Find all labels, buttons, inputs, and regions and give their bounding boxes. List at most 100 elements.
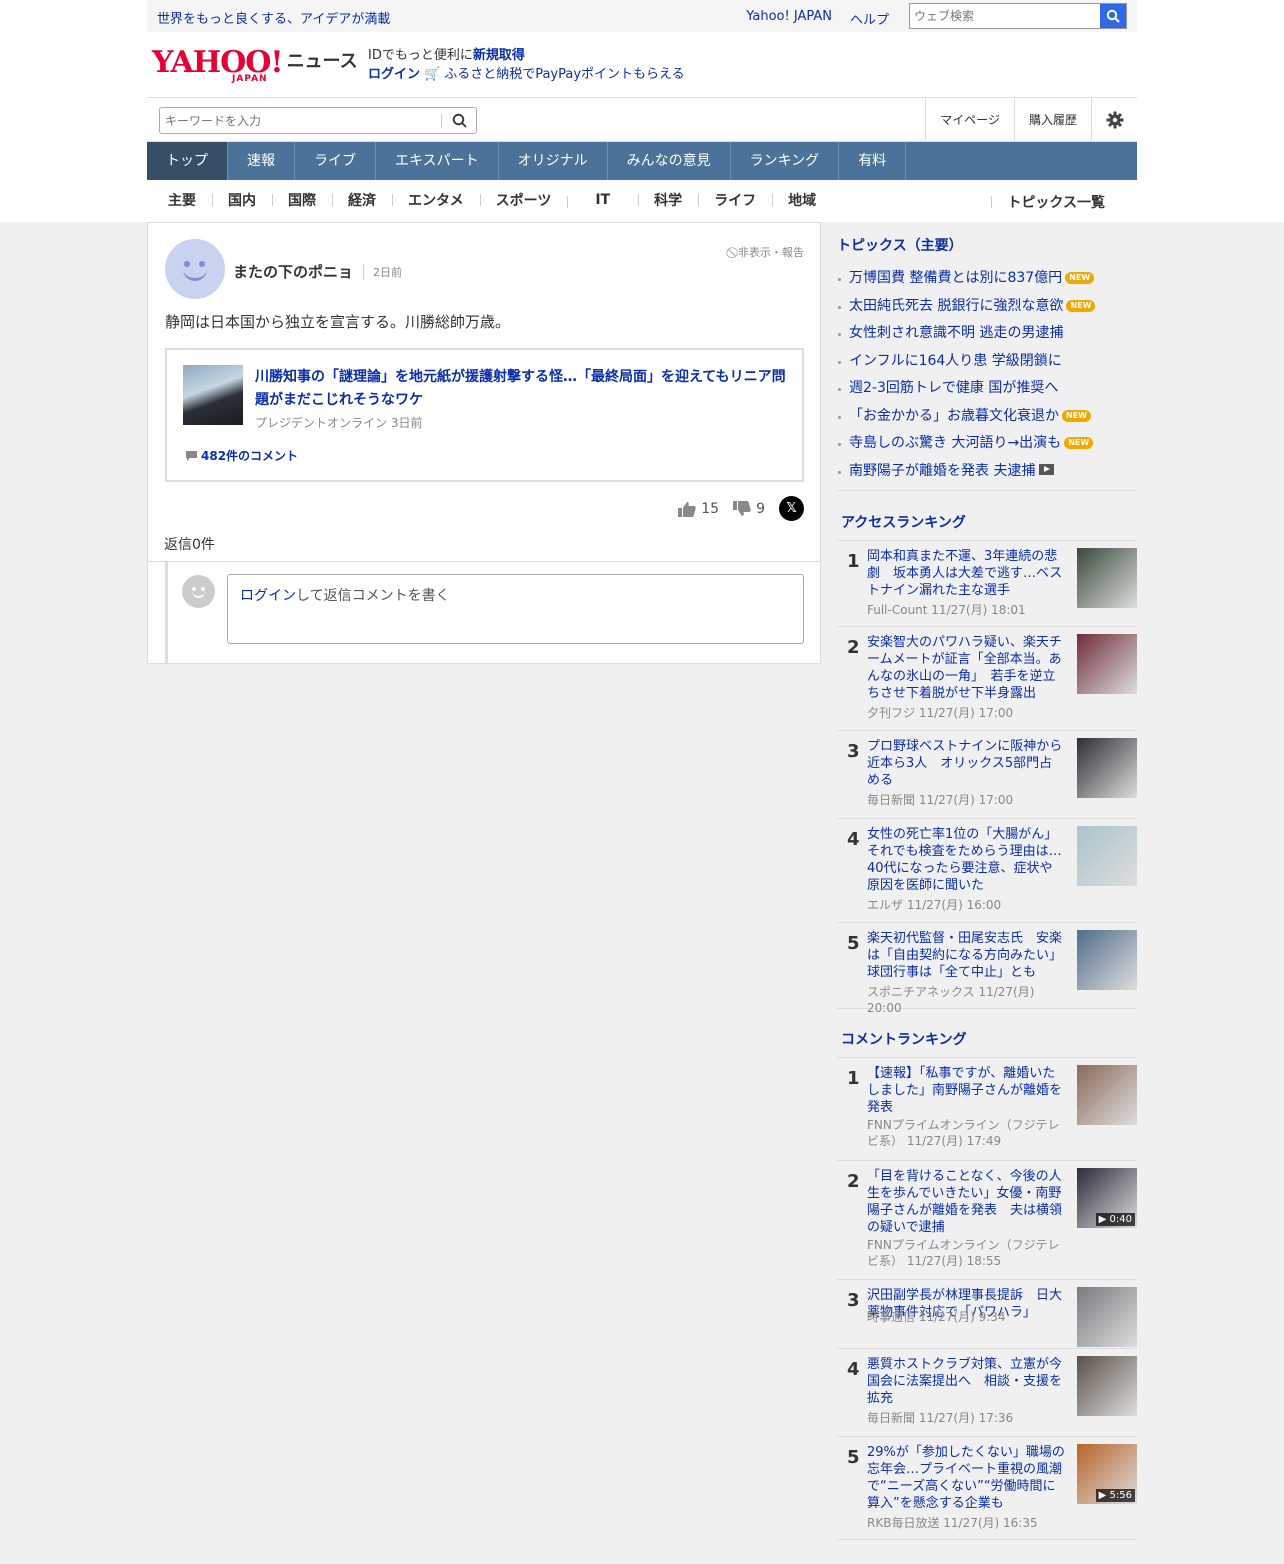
- help-link[interactable]: ヘルプ: [850, 9, 889, 28]
- gnav-flash[interactable]: 速報: [228, 142, 295, 180]
- rank-thumbnail[interactable]: [1077, 548, 1137, 608]
- dislike-button[interactable]: 9: [733, 500, 765, 517]
- ranking-item[interactable]: 4 女性の死亡率1位の「大腸がん」それでも検査をためらう理由は…40代になったら要…: [837, 819, 1137, 923]
- rank-title[interactable]: 安楽智大のパワハラ疑い、楽天チームメートが証言「全部本当。あんなの氷山の一角」 …: [867, 634, 1065, 702]
- like-button[interactable]: 15: [678, 501, 719, 517]
- topic-item[interactable]: 万博国費 整備費とは別に837億円 NEW: [837, 265, 1137, 293]
- ranking-item[interactable]: 3 沢田副学長が林理事長提訴 日大薬物事件対応で「パワハラ」 時事通信 11/27(…: [837, 1280, 1137, 1349]
- rank-source: FNNプライムオンライン（フジテレビ系） 11/27(月) 18:55: [867, 1238, 1060, 1268]
- ranking-item[interactable]: 1 岡本和真また不運、3年連続の悲劇 坂本勇人は大差で逃す…ベストナイン漏れた主な…: [837, 541, 1137, 627]
- promo: IDでもっと便利に新規取得 ログイン 🛒 ふるさと納税でPayPayポイントもらえる: [368, 46, 685, 84]
- topic-item[interactable]: 「お金かかる」お歳暮文化衰退か NEW: [837, 403, 1137, 431]
- rank-title[interactable]: 「目を背けることなく、今後の人生を歩んでいきたい」女優・南野陽子さんが離婚を発表…: [867, 1168, 1065, 1236]
- purchase-history-link[interactable]: 購入履歴: [1013, 98, 1091, 142]
- ranking-item[interactable]: 5 29%が「参加したくない」職場の忘年会…プライベート重視の風潮で“ニーズ高くな…: [837, 1437, 1137, 1540]
- topic-title: 「お金かかる」お歳暮文化衰退か: [849, 407, 1059, 424]
- comment-ranking-list: 1 【速報】「私事ですが、離婚いたしました」南野陽子さんが離婚を発表 FNNプライム…: [837, 1057, 1137, 1540]
- furusato-link[interactable]: ふるさと納税でPayPayポイントもらえる: [444, 67, 684, 82]
- cat-domestic[interactable]: 国内: [212, 190, 272, 210]
- rank-number: 1: [847, 551, 860, 572]
- article-title[interactable]: 川勝知事の「謎理論」を地元紙が援護射撃する怪…「最終局面」を迎えてもリニア問題が…: [255, 366, 791, 412]
- tagline-link[interactable]: 世界をもっと良くする、アイデアが満載: [157, 8, 390, 27]
- gnav-live[interactable]: ライブ: [295, 142, 376, 180]
- rank-title[interactable]: 女性の死亡率1位の「大腸がん」それでも検査をためらう理由は…40代になったら要注…: [867, 826, 1065, 894]
- topic-item[interactable]: 南野陽子が離婚を発表 夫逮捕: [837, 458, 1137, 486]
- article-thumbnail[interactable]: [183, 365, 243, 425]
- article-card[interactable]: 川勝知事の「謎理論」を地元紙が援護射撃する怪…「最終局面」を迎えてもリニア問題が…: [165, 348, 804, 482]
- mypage-link[interactable]: マイページ: [925, 98, 1014, 142]
- thumbs-up-icon: [678, 501, 696, 517]
- x-icon: 𝕏: [786, 501, 797, 516]
- topic-item[interactable]: 週2-3回筋トレで健康 国が推奨へ: [837, 375, 1137, 403]
- comment-ranking-heading[interactable]: コメントランキング: [837, 1029, 1137, 1049]
- topics-list-link[interactable]: トピックス一覧: [991, 192, 1121, 212]
- topic-item[interactable]: 寺島しのぶ驚き 大河語り→出演も NEW: [837, 430, 1137, 458]
- web-search-button[interactable]: [1100, 4, 1126, 28]
- reply-login-link[interactable]: ログイン: [240, 588, 296, 604]
- cat-local[interactable]: 地域: [772, 190, 832, 210]
- gnav-top[interactable]: トップ: [147, 142, 228, 180]
- access-ranking-heading[interactable]: アクセスランキング: [837, 512, 1137, 532]
- rank-thumbnail[interactable]: [1077, 1356, 1137, 1416]
- ranking-item[interactable]: 5 楽天初代監督・田尾安志氏 安楽は「自由契約になる方向みたい」球団行事は「全て中…: [837, 923, 1137, 1015]
- reply-count: 返信0件: [164, 537, 215, 553]
- rank-thumbnail[interactable]: [1077, 826, 1137, 886]
- topics-heading[interactable]: トピックス（主要）: [837, 235, 1137, 255]
- rank-thumbnail[interactable]: [1077, 634, 1137, 694]
- cat-main[interactable]: 主要: [152, 190, 212, 210]
- keyword-input[interactable]: [160, 113, 441, 128]
- ranking-item[interactable]: 1 【速報】「私事ですが、離婚いたしました」南野陽子さんが離婚を発表 FNNプライム…: [837, 1058, 1137, 1161]
- reply-placeholder: して返信コメントを書く: [296, 588, 450, 604]
- gnav-ranking[interactable]: ランキング: [731, 142, 840, 180]
- cat-life[interactable]: ライフ: [698, 190, 772, 210]
- settings-button[interactable]: [1091, 98, 1137, 142]
- hide-report-button[interactable]: ⃠ 非表示・報告: [735, 244, 804, 260]
- cat-world[interactable]: 国際: [272, 190, 332, 210]
- rank-number: 5: [847, 933, 860, 954]
- rank-title[interactable]: 29%が「参加したくない」職場の忘年会…プライベート重視の風潮で“ニーズ高くない…: [867, 1444, 1065, 1512]
- category-nav: 主要 国内 国際 経済 エンタメ スポーツ IT 科学 ライフ 地域 トピックス…: [147, 180, 1137, 220]
- topic-item[interactable]: 女性刺され意識不明 逃走の男逮捕: [837, 320, 1137, 348]
- rank-title[interactable]: 楽天初代監督・田尾安志氏 安楽は「自由契約になる方向みたい」球団行事は「全て中止…: [867, 930, 1065, 981]
- ranking-item[interactable]: 2 安楽智大のパワハラ疑い、楽天チームメートが証言「全部本当。あんなの氷山の一角」…: [837, 627, 1137, 731]
- cat-it[interactable]: IT: [567, 192, 638, 208]
- topic-title: インフルに164人り患 学級閉鎖に: [849, 352, 1062, 369]
- yahoo-news-logo[interactable]: YAHOO! JAPAN ニュース: [152, 47, 358, 85]
- rank-title[interactable]: プロ野球ベストナインに阪神から近本ら3人 オリックス5部門占める: [867, 738, 1065, 789]
- cat-economy[interactable]: 経済: [332, 190, 392, 210]
- keyword-search-button[interactable]: [442, 113, 476, 128]
- rank-thumbnail[interactable]: [1077, 1065, 1137, 1125]
- rank-title[interactable]: 悪質ホストクラブ対策、立憲が今国会に法案提出へ 相談・支援を拡充: [867, 1356, 1065, 1407]
- web-search-input[interactable]: [910, 4, 1100, 28]
- gnav-original[interactable]: オリジナル: [499, 142, 608, 180]
- rank-thumbnail[interactable]: [1077, 930, 1137, 990]
- reply-textarea[interactable]: ログインして返信コメントを書く: [227, 574, 804, 644]
- comment-text: 静岡は日本国から独立を宣言する。川勝総帥万歳。: [165, 313, 511, 331]
- comment-user[interactable]: またの下のポニョ: [233, 261, 353, 282]
- gnav-opinion[interactable]: みんなの意見: [608, 142, 731, 180]
- x-share-button[interactable]: 𝕏: [779, 496, 804, 521]
- ranking-item[interactable]: 2 「目を背けることなく、今後の人生を歩んでいきたい」女優・南野陽子さんが離婚を発…: [837, 1161, 1137, 1280]
- new-badge: NEW: [1062, 409, 1091, 422]
- rank-title[interactable]: 【速報】「私事ですが、離婚いたしました」南野陽子さんが離婚を発表: [867, 1065, 1065, 1116]
- cat-science[interactable]: 科学: [638, 190, 698, 210]
- register-link[interactable]: 新規取得: [473, 48, 525, 63]
- topic-item[interactable]: インフルに164人り患 学級閉鎖に: [837, 348, 1137, 376]
- rank-thumbnail[interactable]: ▶ 5:56: [1077, 1444, 1137, 1504]
- yahoo-japan-link[interactable]: Yahoo! JAPAN: [746, 9, 832, 28]
- rank-thumbnail[interactable]: ▶ 0:40: [1077, 1168, 1137, 1228]
- cat-entertainment[interactable]: エンタメ: [392, 190, 480, 210]
- ranking-item[interactable]: 4 悪質ホストクラブ対策、立憲が今国会に法案提出へ 相談・支援を拡充 毎日新聞 11…: [837, 1349, 1137, 1437]
- topic-item[interactable]: 太田純氏死去 脱銀行に強烈な意欲 NEW: [837, 293, 1137, 321]
- rank-title[interactable]: 岡本和真また不運、3年連続の悲劇 坂本勇人は大差で逃す…ベストナイン漏れた主な選…: [867, 548, 1065, 599]
- cat-sports[interactable]: スポーツ: [479, 190, 568, 210]
- search-icon: [1106, 9, 1120, 23]
- article-comments-link[interactable]: 482件のコメント: [185, 447, 298, 464]
- login-link[interactable]: ログイン: [368, 67, 420, 82]
- rank-thumbnail[interactable]: [1077, 1287, 1137, 1347]
- rank-thumbnail[interactable]: [1077, 738, 1137, 798]
- gnav-paid[interactable]: 有料: [839, 142, 907, 180]
- rank-source: 時事通信 11/27(月) 9:34: [867, 1310, 1006, 1324]
- gnav-expert[interactable]: エキスパート: [376, 142, 499, 180]
- ranking-item[interactable]: 3 プロ野球ベストナインに阪神から近本ら3人 オリックス5部門占める 毎日新聞 11…: [837, 731, 1137, 819]
